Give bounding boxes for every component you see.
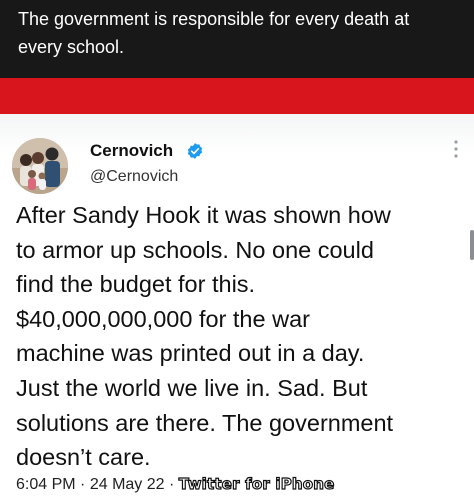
author-name[interactable]: Cernovich (90, 141, 173, 161)
tweet-text: After Sandy Hook it was shown how to arm… (16, 202, 394, 471)
tweet-date[interactable]: 24 May 22 (90, 476, 165, 493)
tweet-time[interactable]: 6:04 PM (16, 476, 76, 493)
tweet-client[interactable]: Twitter for iPhone (178, 474, 335, 493)
meta-separator: · (80, 476, 86, 493)
avatar[interactable] (12, 138, 68, 194)
author-handle[interactable]: @Cernovich (90, 167, 178, 187)
more-options-icon[interactable] (454, 140, 458, 158)
verified-badge-icon (187, 143, 203, 159)
caption-text: The government is responsible for every … (18, 9, 410, 57)
caption-bar: The government is responsible for every … (0, 0, 474, 78)
avatar-photo (12, 138, 68, 194)
meta-separator: · (169, 476, 175, 493)
tweet-meta: 6:04 PM · 24 May 22 · Twitter for iPhone (16, 474, 335, 495)
red-divider-band (0, 78, 474, 114)
scrollbar-thumb[interactable] (470, 230, 474, 260)
